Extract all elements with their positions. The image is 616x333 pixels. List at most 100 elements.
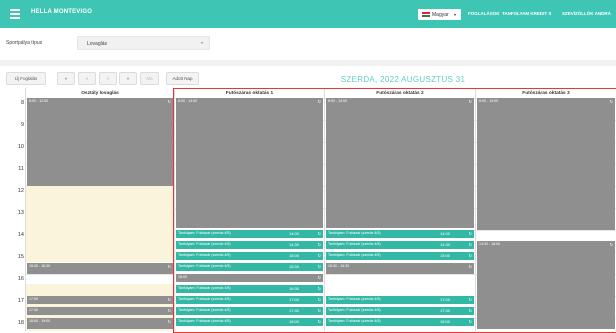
event-label: Tanfolyam: Futószár (szerda 4/5) xyxy=(328,231,381,235)
busy-block[interactable]: 8:00 - 12:00 ↻ xyxy=(27,98,173,186)
event-time: 14:30 xyxy=(289,241,300,247)
refresh-icon[interactable]: ↻ xyxy=(168,264,171,269)
booking-event[interactable]: Tanfolyam: Futószár (szerda 4/5) 14:00 ↻ xyxy=(176,230,323,238)
language-select[interactable]: Magyar ▾ xyxy=(418,9,461,20)
separator-band xyxy=(0,60,616,66)
refresh-icon[interactable]: ↻ xyxy=(318,297,321,302)
refresh-icon[interactable]: ↻ xyxy=(610,99,613,104)
busy-block[interactable]: 15:30 - 16:30 ↻ xyxy=(326,263,474,274)
event-time: 18:00 xyxy=(289,318,300,324)
busy-block[interactable]: 18:00 - 19:00 ↻ xyxy=(27,318,173,329)
booking-event[interactable]: Tanfolyam: Futószár (szerda 4/5) 16:30 ↻ xyxy=(176,285,323,293)
booking-event[interactable]: Tanfolyam: Futószár (szerda 4/5) 18:00 ↻ xyxy=(326,318,474,326)
refresh-icon[interactable]: ↻ xyxy=(318,319,321,324)
busy-block[interactable]: 14:30 - 18:00 ↻ xyxy=(477,241,615,329)
event-label: Tanfolyam: Futószár (szerda 4/5) xyxy=(328,308,381,312)
refresh-icon[interactable]: ↻ xyxy=(469,242,472,247)
booking-event[interactable]: Tanfolyam: Futószár (szerda 4/5) 18:00 ↻ xyxy=(176,318,323,326)
event-label: Tanfolyam: Futószár (szerda 4/5) xyxy=(178,242,231,246)
refresh-icon[interactable]: ↻ xyxy=(168,319,171,324)
booking-event[interactable]: Tanfolyam: Futószár (szerda 4/5) 15:00 ↻ xyxy=(326,252,474,260)
refresh-icon[interactable]: ↻ xyxy=(469,297,472,302)
time-label: 16 xyxy=(17,276,24,282)
next-day-button[interactable]: › xyxy=(99,72,117,85)
time-label: 13 xyxy=(17,210,24,216)
refresh-icon[interactable]: ↻ xyxy=(168,308,171,313)
refresh-icon[interactable]: ↻ xyxy=(469,264,472,269)
event-label: Tanfolyam: Futószár (szerda 4/5) xyxy=(178,319,231,323)
refresh-icon[interactable]: ↻ xyxy=(318,308,321,313)
time-label: 9 xyxy=(20,122,24,128)
nav-szevizollok[interactable]: SZEVÍZÖLLÖK ANDRÁ xyxy=(562,11,611,16)
busy-block[interactable]: 8:00 - 14:00 ↻ xyxy=(326,98,474,228)
refresh-icon[interactable]: ↻ xyxy=(318,99,321,104)
refresh-icon[interactable]: ↻ xyxy=(469,308,472,313)
busy-block[interactable]: 8:00 - 14:00 ↻ xyxy=(176,98,323,228)
event-label: Tanfolyam: Futószár (szerda 4/5) xyxy=(178,253,231,257)
busy-block[interactable]: 15:30 - 16:30 ↻ xyxy=(27,263,173,274)
refresh-icon[interactable]: ↻ xyxy=(318,286,321,291)
event-label: Tanfolyam: Futószár (szerda 4/5) xyxy=(178,286,231,290)
grid-divider xyxy=(324,88,325,331)
refresh-icon[interactable]: ↻ xyxy=(469,253,472,258)
event-time: 17:00 xyxy=(29,297,38,301)
booking-event[interactable]: Tanfolyam: Futószár (szerda 4/5) 14:00 ↻ xyxy=(326,230,474,238)
refresh-icon[interactable]: ↻ xyxy=(318,253,321,258)
event-time: 18:00 xyxy=(440,318,451,324)
go-to-date-button[interactable]: Adott Nap xyxy=(166,72,199,85)
event-time: 17:30 xyxy=(29,308,38,312)
prev-day-button[interactable]: ‹ xyxy=(78,72,96,85)
event-time: 18:00 - 19:00 xyxy=(29,319,51,323)
booking-event[interactable]: Tanfolyam: Futószár (szerda 4/5) 14:30 ↻ xyxy=(176,241,323,249)
refresh-icon[interactable]: ↻ xyxy=(168,99,171,104)
column-header: Osztály lovaglás xyxy=(81,91,119,96)
booking-event[interactable]: Tanfolyam: Futószár (szerda 4/5) 17:00 ↻ xyxy=(176,296,323,304)
event-time: 17:30 xyxy=(289,307,300,313)
free-slot-area[interactable] xyxy=(26,186,174,262)
event-time: 15:30 xyxy=(289,263,300,269)
booking-event[interactable]: Tanfolyam: Futószár (szerda 4/5) 17:00 ↻ xyxy=(326,296,474,304)
booking-event[interactable]: Tanfolyam: Futószár (szerda 4/5) 15:30 ↻ xyxy=(176,263,323,271)
time-label: 18 xyxy=(17,320,24,326)
event-time: 14:30 - 18:00 xyxy=(479,242,501,246)
busy-block[interactable]: 8:00 - 14:00 ↻ xyxy=(477,98,615,230)
time-label: 12 xyxy=(17,188,24,194)
busy-block[interactable]: 17:30 ↻ xyxy=(27,307,173,315)
refresh-icon[interactable]: ↻ xyxy=(318,231,321,236)
booking-event[interactable]: Tanfolyam: Futószár (szerda 4/5) 17:30 ↻ xyxy=(326,307,474,315)
busy-block[interactable]: 16:00 ↻ xyxy=(176,274,323,282)
refresh-icon[interactable]: ↻ xyxy=(318,275,321,280)
brand-title[interactable]: HELLA MONTEVIGO xyxy=(31,9,92,15)
first-page-button[interactable]: « xyxy=(57,72,75,85)
new-booking-button[interactable]: Új Foglalás xyxy=(6,72,46,85)
event-label: Tanfolyam: Futószár (szerda 4/5) xyxy=(178,308,231,312)
refresh-icon[interactable]: ↻ xyxy=(610,242,613,247)
event-time: 16:00 xyxy=(178,275,187,279)
refresh-icon[interactable]: ↻ xyxy=(469,319,472,324)
event-time: 14:30 xyxy=(440,241,451,247)
time-label: 8 xyxy=(20,100,24,106)
column-header: Futószáras oktatás 2 xyxy=(376,91,424,96)
refresh-icon[interactable]: ↻ xyxy=(469,231,472,236)
event-label: Tanfolyam: Futószár (szerda 4/5) xyxy=(328,319,381,323)
sport-type-select[interactable]: Lovaglás ▾ xyxy=(77,36,210,50)
nav-tanfolyam[interactable]: TANFOLYAM KREDIT S xyxy=(502,11,551,16)
event-time: 8:00 - 14:00 xyxy=(328,99,348,103)
refresh-icon[interactable]: ↻ xyxy=(469,99,472,104)
sport-type-label: Sportpálya típus xyxy=(6,40,43,46)
menu-icon[interactable] xyxy=(10,9,20,19)
busy-block[interactable]: 17:00 ↻ xyxy=(27,296,173,304)
event-time: 15:30 - 16:30 xyxy=(29,264,51,268)
event-time: 8:00 - 12:00 xyxy=(29,99,49,103)
booking-event[interactable]: Tanfolyam: Futószár (szerda 4/5) 15:00 ↻ xyxy=(176,252,323,260)
today-button[interactable]: Ma xyxy=(140,72,159,85)
refresh-icon[interactable]: ↻ xyxy=(168,297,171,302)
booking-event[interactable]: Tanfolyam: Futószár (szerda 4/5) 14:30 ↻ xyxy=(326,241,474,249)
booking-event[interactable]: Tanfolyam: Futószár (szerda 4/5) 17:30 ↻ xyxy=(176,307,323,315)
event-label: Tanfolyam: Futószár (szerda 4/5) xyxy=(328,253,381,257)
last-page-button[interactable]: » xyxy=(119,72,137,85)
language-label: Magyar xyxy=(432,12,449,18)
nav-foglalasok[interactable]: FOGLALÁSOK xyxy=(468,11,500,16)
refresh-icon[interactable]: ↻ xyxy=(318,264,321,269)
refresh-icon[interactable]: ↻ xyxy=(318,242,321,247)
